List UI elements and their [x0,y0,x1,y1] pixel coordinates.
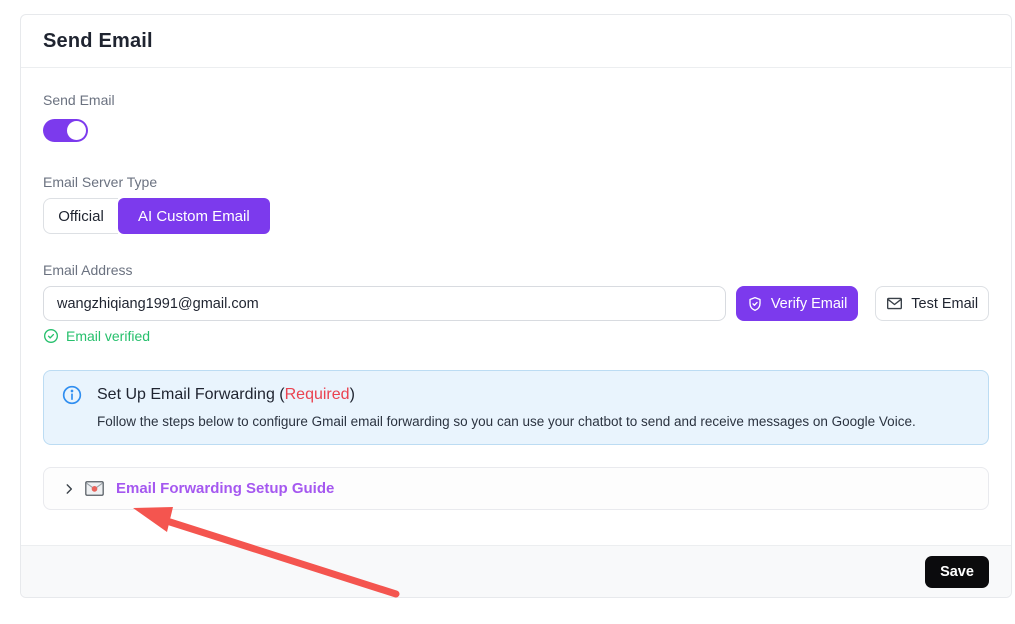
server-type-option-official[interactable]: Official [43,198,118,234]
server-type-label: Email Server Type [43,174,989,190]
toggle-knob [67,121,86,140]
info-title-required: Required [285,386,350,403]
envelope-icon [886,296,903,311]
email-forwarding-setup-guide-accordion[interactable]: Email Forwarding Setup Guide [43,467,989,510]
test-email-label: Test Email [911,296,978,312]
info-circle-icon [62,385,82,405]
verify-email-label: Verify Email [771,296,848,312]
info-box-title: Set Up Email Forwarding (Required) [97,386,355,404]
info-title-suffix: ) [350,386,355,403]
shield-check-icon [747,296,763,312]
email-row: Verify Email Test Email [43,286,989,321]
page-title: Send Email [43,30,989,53]
info-box-description: Follow the steps below to configure Gmai… [97,414,970,429]
card-footer: Save [21,545,1011,597]
info-title-prefix: Set Up Email Forwarding ( [97,386,285,403]
save-button[interactable]: Save [925,556,989,588]
server-type-segmented-control: Official AI Custom Email [43,198,989,234]
email-address-label: Email Address [43,262,989,278]
guide-accordion-label[interactable]: Email Forwarding Setup Guide [116,480,334,497]
send-email-card: Send Email Send Email Email Server Type … [20,14,1012,598]
email-address-input[interactable] [43,286,726,321]
email-verified-status: Email verified [43,328,989,344]
server-type-option-ai-custom-email[interactable]: AI Custom Email [118,198,270,234]
status-badge: Email verified [66,328,150,344]
test-email-button[interactable]: Test Email [875,286,989,321]
card-header: Send Email [21,15,1011,68]
email-emoji-icon [85,481,104,496]
verify-email-button[interactable]: Verify Email [736,286,859,321]
send-email-toggle[interactable] [43,119,88,142]
chevron-right-icon[interactable] [62,482,76,496]
email-forwarding-info-box: Set Up Email Forwarding (Required) Follo… [43,370,989,445]
send-email-settings-page: Send Email Send Email Email Server Type … [0,0,1015,624]
info-box-header: Set Up Email Forwarding (Required) [62,385,970,405]
check-circle-icon [43,328,59,344]
send-email-toggle-label: Send Email [43,92,989,108]
card-body: Send Email Email Server Type Official AI… [21,68,1011,545]
